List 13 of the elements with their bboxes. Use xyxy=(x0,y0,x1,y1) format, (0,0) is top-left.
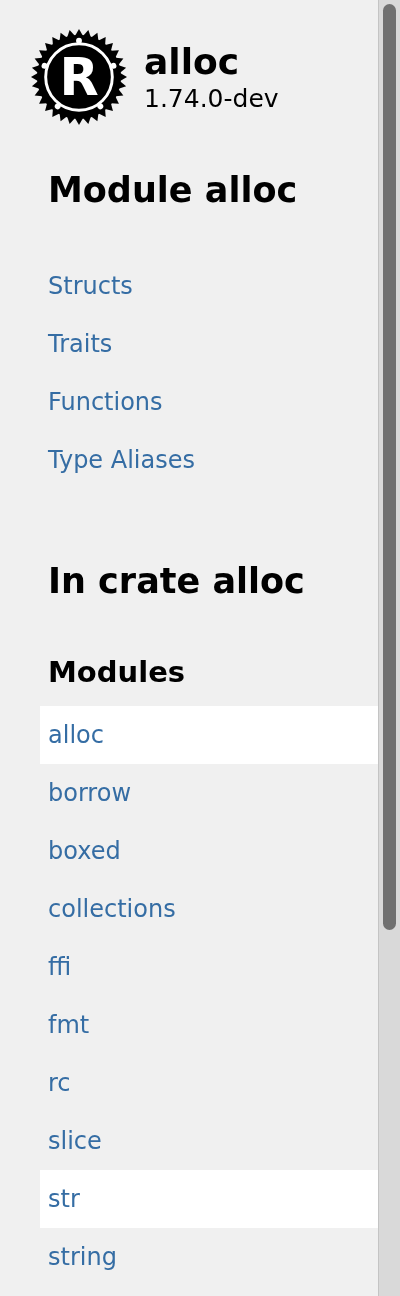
modules-heading: Modules xyxy=(47,654,187,691)
crate-version: 1.74.0-dev xyxy=(144,84,279,114)
crate-name[interactable]: alloc xyxy=(144,40,279,84)
sidebar-link[interactable]: Functions xyxy=(40,373,378,431)
sidebar-link[interactable]: Type Aliases xyxy=(40,431,378,489)
module-link[interactable]: alloc xyxy=(40,706,378,764)
section-heading: Module alloc xyxy=(47,169,299,212)
section-heading: In crate alloc xyxy=(47,560,306,603)
module-link[interactable]: str xyxy=(40,1170,378,1228)
scrollbar[interactable] xyxy=(378,0,400,1296)
sidebar-link[interactable]: Traits xyxy=(40,315,378,373)
sidebar-link[interactable]: Structs xyxy=(40,257,378,315)
scrollbar-thumb[interactable] xyxy=(383,4,396,930)
